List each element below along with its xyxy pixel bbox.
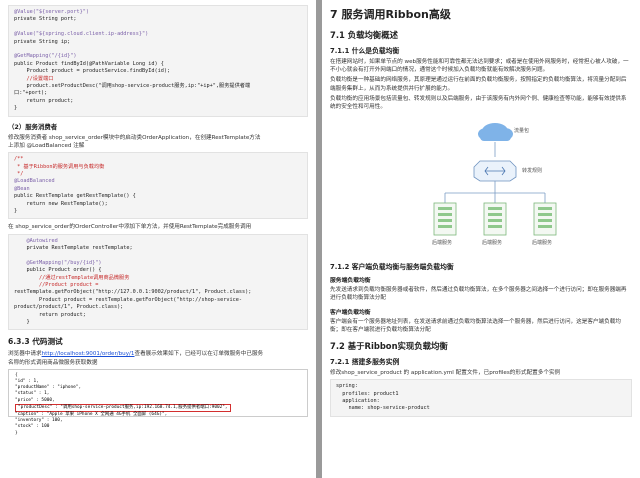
subsection-title-7-1-2: 7.1.2 客户端负载均衡与服务端负载均衡 [330,263,454,272]
consumer-heading: （2）服务消费者 [8,122,58,131]
client-lb-heading: 客户端负载均衡 [330,309,371,316]
code3-line: @GetMapping("/buy/{id}") [14,259,102,266]
code2-line: * 基于Ribbon的服务调用与负载均衡 [14,163,105,170]
highlighted-product-desc: "productDesc" : "调用shop-service-product服… [15,403,231,413]
code1-line [14,46,302,53]
backend-connectors [444,181,546,204]
code3-line: return product; [14,311,86,318]
subsection-title-7-1-1: 7.1.1 什么是负载均衡 [330,47,400,55]
json-result-line: } [15,430,18,436]
rule-label: 转发规则 [522,168,543,175]
paragraph-2: 负载均衡是一种基础的网络服务，其原理是通过运行在前面的负载均衡服务，按照指定的负… [330,77,627,92]
code2-line: @LoadBalanced [14,178,55,185]
code1-line: //设置端口 [14,75,54,82]
browser-result-screenshot: { "id" : 1, "productName" : "iphone", "s… [8,368,308,436]
paragraph-4: 先发送请求到负载均衡服务器或者软件，然后通过负载均衡算法，在多个服务器之间选择一… [330,287,627,302]
code3-line [14,252,302,259]
code3-line: public Product order() { [14,267,102,274]
code2-line: public RestTemplate getRestTemplate() { [14,193,136,200]
backend-label-2: 后端服务 [482,240,503,247]
code2-line: @Bean [14,185,30,192]
test-heading: 6.3.3 代码测试 [8,337,63,347]
code3-line: } [14,319,30,326]
section-title-7-2: 7.2 基于Ribbon实现负载均衡 [330,341,448,352]
code2-line: } [14,207,18,214]
code3-line: restTemplate.getForObject("http://127.0.… [14,289,252,296]
yaml-line: name: shop-service-product [336,405,430,412]
code-block-loadbalanced: /** * 基于Ribbon的服务调用与负载均衡 */@LoadBalanced… [8,152,308,220]
yaml-line: application: [336,398,380,405]
cloud-icon [478,123,513,142]
paragraph-1: 在搭建网站时，如果单节点的 web服务性能和可靠性都无法达到要求；或者是在使用外… [330,59,629,74]
order-text: 在 shop_service_order的OrderController中添加下… [8,224,252,231]
subsection-title-7-2-1: 7.2.1 搭建多服务实例 [330,358,400,367]
code-block-yaml: spring: profiles: product1 application: … [330,379,632,417]
paragraph-5: 客户端会有一个服务器地址列表，在发送请求前通过负载均衡算法选择一个服务器，然后进… [330,318,621,333]
backend-label-1: 后端服务 [432,240,453,247]
test-text: 浏览器中请求http://localhost:9001/order/buy/1查… [8,351,264,366]
server-lb-heading: 服务端负载均衡 [330,278,371,285]
server-icon-3 [533,202,557,236]
right-page: 7 服务调用Ribbon高级 7.1 负载均衡概述 7.1.1 什么是负载均衡 … [322,0,640,478]
code3-line: //Product product = [14,281,99,288]
router-icon [473,160,517,182]
code1-line: 口:"+port); [14,90,48,97]
code1-line: private String port; [14,16,77,23]
code1-line: @Value("${spring.cloud.client.ip-address… [14,31,149,38]
json-result-line: "productDesc" : "调用shop-service-product服… [15,403,301,413]
code1-line: return product; [14,97,74,104]
code3-line: Product product = restTemplate.getForObj… [14,296,242,303]
diagram-svg [433,123,557,236]
code1-line: @Value("${server.port}") [14,9,89,15]
section-title-7-1: 7.1 负载均衡概述 [330,30,399,40]
code-block-controller: @Value("${server.port}") private String p… [8,5,308,117]
left-page: @Value("${server.port}") private String p… [0,0,316,478]
code1-line: product.setProductDesc("调用shop-service-p… [14,83,251,90]
consumer-text: 修改服务消费者 shop_service_order模块中的启动类OrderAp… [8,134,261,149]
code2-line: /** [14,156,24,163]
load-balancer-diagram: 流量包 转发规则 后端服务 后端服务 后端服务 [330,115,632,257]
code3-line: @Autowired [14,237,58,244]
code1-line: Product product = productService.findByI… [14,68,171,75]
chapter-title: 7 服务调用Ribbon高级 [330,8,451,21]
code3-line: //通过restTemplate调用商品微服务 [14,274,130,281]
paragraph-3: 负载均衡的应用场景包括流量包、转发规则以及后端服务，由于该服务有内外网个例、健康… [330,95,627,111]
code1-line: private String ip; [14,38,71,45]
code2-line: return new RestTemplate(); [14,200,108,207]
code2-line: */ [14,170,24,177]
code3-line: private RestTemplate restTemplate; [14,244,133,251]
code1-line: @GetMapping("/{id}") [14,53,77,60]
code1-line: } [14,105,18,112]
server-icon-1 [433,202,457,236]
code3-line: product/product/1", Product.class); [14,304,124,311]
backend-label-3: 后端服务 [532,240,553,247]
paragraph-6: 修改shop_service_product 的 application.yml… [330,370,561,377]
traffic-label: 流量包 [514,128,530,135]
yaml-line: spring: [336,383,358,390]
server-icon-2 [483,202,507,236]
test-url-link[interactable]: http://localhost:9001/order/buy/1 [42,351,135,357]
yaml-line: profiles: product1 [336,390,399,397]
code1-line: public Product findById(@PathVariable Lo… [14,60,164,67]
code-block-order: @Autowired private RestTemplate restTemp… [8,233,308,331]
code1-line [14,24,302,31]
